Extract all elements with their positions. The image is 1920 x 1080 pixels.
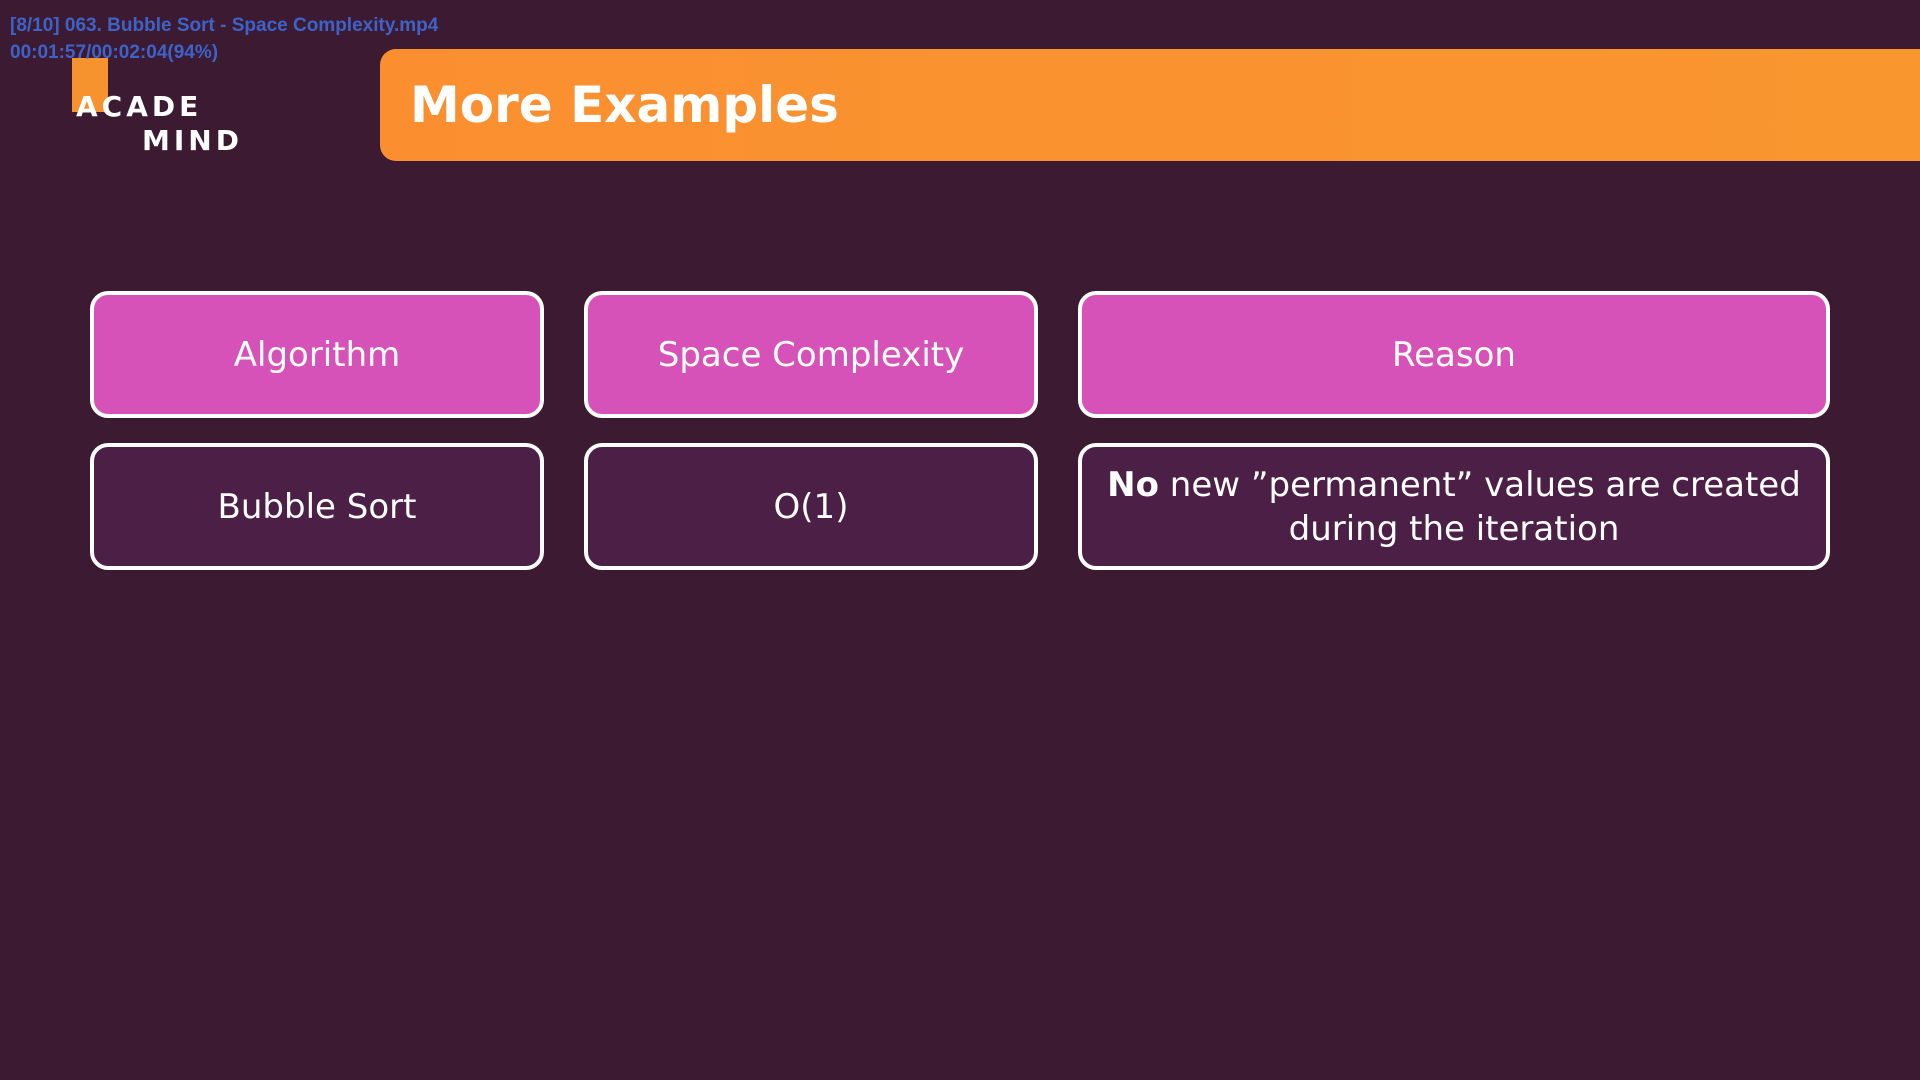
video-timecode: 00:01:57/00:02:04(94%) — [10, 42, 219, 63]
cell-reason-text: No new ”permanent” values are created du… — [1082, 463, 1826, 551]
cell-algorithm-value: Bubble Sort — [217, 486, 417, 527]
video-player-overlay: [8/10] 063. Bubble Sort - Space Complexi… — [10, 12, 438, 66]
cell-algorithm: Bubble Sort — [90, 443, 544, 570]
slide-title: More Examples — [410, 76, 839, 134]
header-algorithm: Algorithm — [90, 291, 544, 418]
header-space-complexity-label: Space Complexity — [657, 334, 965, 375]
cell-reason: No new ”permanent” values are created du… — [1078, 443, 1830, 570]
reason-rest: new ”permanent” values are created durin… — [1159, 464, 1801, 549]
logo-text-line1: ACADE — [76, 90, 203, 123]
header-algorithm-label: Algorithm — [233, 334, 401, 375]
logo-text-line2: MIND — [142, 124, 243, 157]
cell-space-complexity-value: O(1) — [773, 486, 849, 527]
header-reason: Reason — [1078, 291, 1830, 418]
video-filename: [8/10] 063. Bubble Sort - Space Complexi… — [10, 15, 439, 36]
cell-space-complexity: O(1) — [584, 443, 1038, 570]
header-space-complexity: Space Complexity — [584, 291, 1038, 418]
reason-bold: No — [1107, 464, 1159, 505]
title-banner: More Examples — [380, 49, 1920, 161]
header-reason-label: Reason — [1392, 334, 1516, 375]
academind-logo: ACADE MIND — [72, 58, 252, 158]
